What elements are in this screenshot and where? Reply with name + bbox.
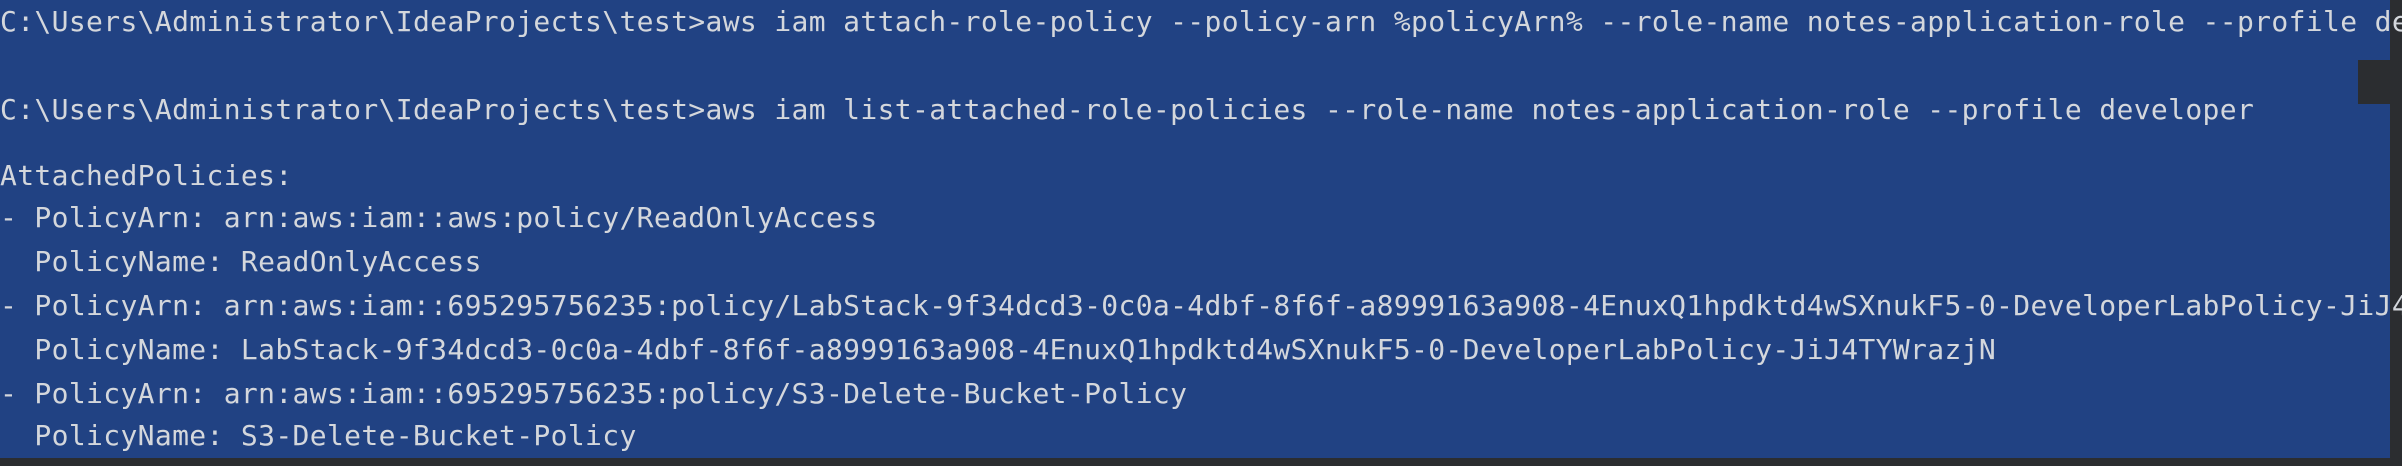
selection-gap bbox=[2358, 60, 2402, 104]
policy-arn-line: - PolicyArn: arn:aws:iam::695295756235:p… bbox=[0, 289, 2402, 322]
policy-name-line: PolicyName: ReadOnlyAccess bbox=[0, 245, 482, 278]
policy-name-line: PolicyName: S3-Delete-Bucket-Policy bbox=[0, 419, 637, 452]
command-line-list-policies[interactable]: C:\Users\Administrator\IdeaProjects\test… bbox=[0, 88, 2254, 132]
terminal-output[interactable]: C:\Users\Administrator\IdeaProjects\test… bbox=[0, 0, 2402, 466]
output-header: AttachedPolicies: bbox=[0, 159, 293, 192]
command-line-attach-policy[interactable]: C:\Users\Administrator\IdeaProjects\test… bbox=[0, 0, 2402, 44]
policy-name-line: PolicyName: LabStack-9f34dcd3-0c0a-4dbf-… bbox=[0, 333, 1997, 366]
policy-arn-line: - PolicyArn: arn:aws:iam::695295756235:p… bbox=[0, 377, 1188, 410]
policy-arn-line: - PolicyArn: arn:aws:iam::aws:policy/Rea… bbox=[0, 201, 878, 234]
